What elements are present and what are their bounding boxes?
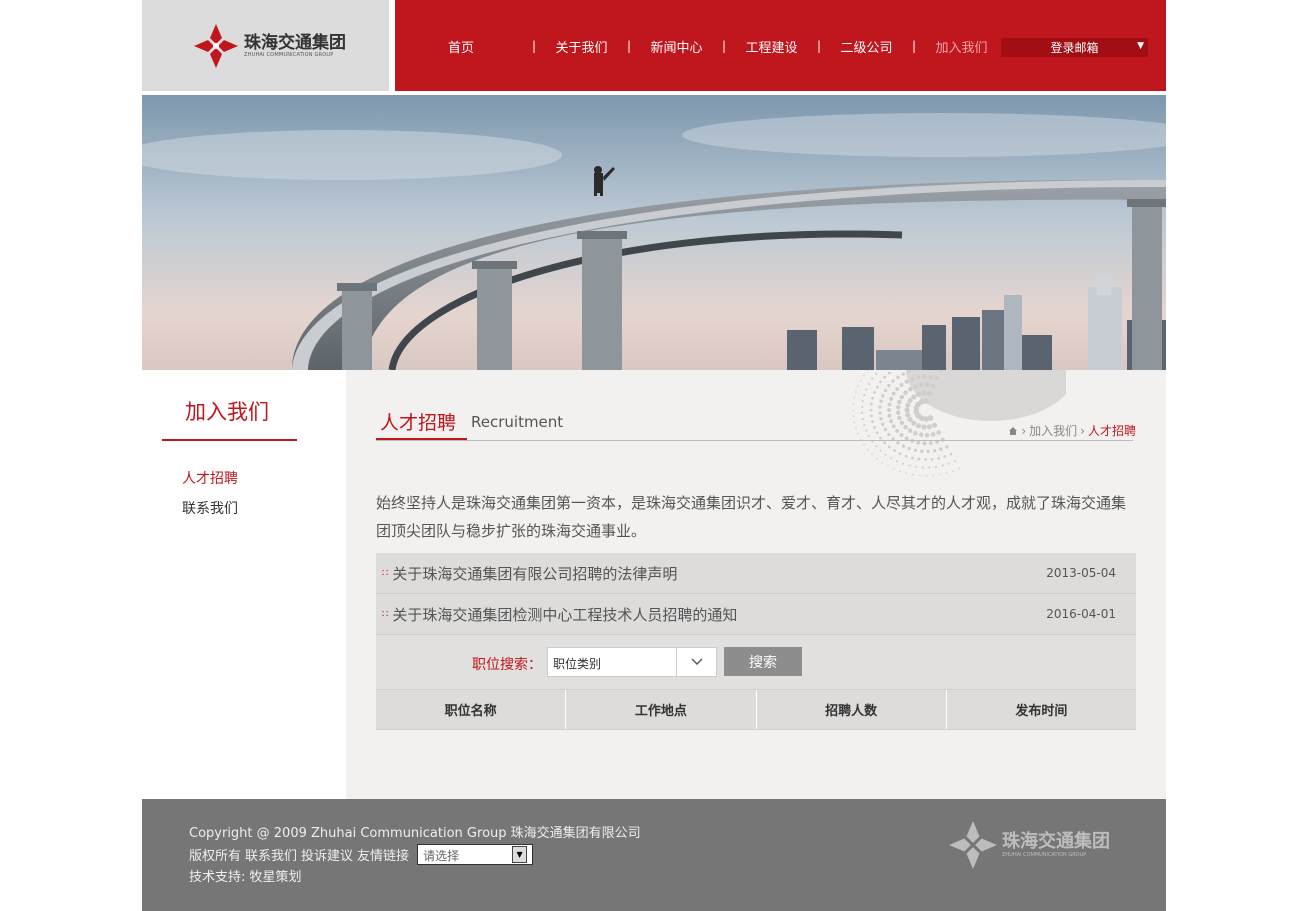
sidebar-title: 加入我们 <box>185 400 269 424</box>
logo-star-icon <box>949 821 997 869</box>
nav-separator: | <box>626 39 632 53</box>
footer-logo-text-cn: 珠海交通集团 <box>1002 831 1110 852</box>
title-divider <box>376 440 1133 441</box>
nav-item-projects[interactable]: 工程建设 <box>731 37 812 56</box>
column-header-location[interactable]: 工作地点 <box>566 690 757 729</box>
job-search-bar: 职位搜索： 职位类别 搜索 <box>376 635 1136 690</box>
sidebar-item-contact[interactable]: 联系我们 <box>182 498 238 518</box>
logo-star-icon <box>194 24 238 68</box>
bridge-banner-image <box>142 95 1166 370</box>
hero-banner <box>142 95 1166 370</box>
friend-links-value: 请选择 <box>423 849 460 863</box>
nav-item-join-us[interactable]: 加入我们 <box>921 37 1002 56</box>
footer-link-complaints[interactable]: 投诉建议 <box>301 845 353 864</box>
left-sidebar: 加入我们 人才招聘 联系我们 <box>142 370 346 799</box>
sidebar-item-recruitment[interactable]: 人才招聘 <box>182 468 238 488</box>
breadcrumb-join-us[interactable]: 加入我们 <box>1029 422 1077 439</box>
nav-item-subsidiaries[interactable]: 二级公司 <box>826 37 907 56</box>
nav-item-about[interactable]: 关于我们 <box>541 37 622 56</box>
chevron-down-icon: ▼ <box>512 846 528 863</box>
logo-text-en: ZHUHAI COMMUNICATION GROUP <box>244 52 334 58</box>
mail-login-label: 登录邮箱 <box>1050 41 1099 55</box>
nav-separator: | <box>911 39 917 53</box>
chevron-down-icon: ▼ <box>1137 41 1144 51</box>
news-row[interactable]: ∷ 关于珠海交通集团有限公司招聘的法律声明 2013-05-04 <box>376 553 1136 594</box>
nav-separator: | <box>816 39 822 53</box>
home-icon[interactable] <box>1008 426 1018 436</box>
footer-support: 技术支持: 牧星策划 <box>189 870 302 885</box>
nav-item-news[interactable]: 新闻中心 <box>636 37 717 56</box>
logo-area: 珠海交通集团 ZHUHAI COMMUNICATION GROUP <box>142 0 389 91</box>
top-navbar: 首页 | 关于我们 | 新闻中心 | 工程建设 | 二级公司 | 加入我们 登录… <box>395 0 1166 91</box>
column-header-publish-date[interactable]: 发布时间 <box>947 690 1136 729</box>
footer-logo-text-en: ZHUHAI COMMUNICATION GROUP <box>1002 852 1087 858</box>
footer: Copyright @ 2009 Zhuhai Communication Gr… <box>142 799 1166 911</box>
news-row[interactable]: ∷ 关于珠海交通集团检测中心工程技术人员招聘的通知 2016-04-01 <box>376 594 1136 635</box>
footer-links: 版权所有 联系我们 投诉建议 友情链接 请选择 ▼ <box>189 844 534 865</box>
news-date: 2016-04-01 <box>1046 607 1116 621</box>
logo[interactable]: 珠海交通集团 ZHUHAI COMMUNICATION GROUP <box>192 22 346 70</box>
news-date: 2013-05-04 <box>1046 566 1116 580</box>
job-search-label: 职位搜索： <box>472 657 542 673</box>
nav-separator: | <box>531 39 537 53</box>
chevron-down-icon <box>676 648 716 676</box>
friend-links-select[interactable]: 请选择 ▼ <box>417 844 534 865</box>
job-category-value: 职位类别 <box>553 657 602 671</box>
jobs-table-header: 职位名称 工作地点 招聘人数 发布时间 <box>376 690 1136 730</box>
job-category-select[interactable]: 职位类别 <box>547 647 717 677</box>
footer-link-friends[interactable]: 友情链接 <box>357 845 409 864</box>
footer-logo: 珠海交通集团 ZHUHAI COMMUNICATION GROUP <box>947 819 1110 871</box>
mail-login-dropdown[interactable]: 登录邮箱 ▼ <box>1001 38 1148 57</box>
search-button[interactable]: 搜索 <box>724 647 802 676</box>
column-header-headcount[interactable]: 招聘人数 <box>757 690 947 729</box>
breadcrumb-separator-icon: › <box>1080 423 1085 438</box>
breadcrumb: › 加入我们 › 人才招聘 <box>1008 422 1136 439</box>
nav-separator: | <box>721 39 727 53</box>
bullet-icon: ∷ <box>382 567 389 579</box>
bullet-icon: ∷ <box>382 608 389 620</box>
footer-link-copyright[interactable]: 版权所有 <box>189 845 241 864</box>
sidebar-title-underline <box>162 439 297 441</box>
main-content: 人才招聘 Recruitment › 加入我们 › 人才招聘 始终坚持人是珠海交… <box>346 370 1166 799</box>
news-title: 关于珠海交通集团检测中心工程技术人员招聘的通知 <box>392 605 738 624</box>
breadcrumb-current: 人才招聘 <box>1087 424 1136 438</box>
column-header-job-title[interactable]: 职位名称 <box>376 690 567 729</box>
page: 珠海交通集团 ZHUHAI COMMUNICATION GROUP 首页 | 关… <box>142 0 1166 911</box>
page-subtitle: Recruitment <box>471 413 564 431</box>
main-nav: 首页 | 关于我们 | 新闻中心 | 工程建设 | 二级公司 | 加入我们 <box>395 36 1002 56</box>
nav-item-home[interactable]: 首页 <box>395 37 527 56</box>
news-title: 关于珠海交通集团有限公司招聘的法律声明 <box>392 564 678 583</box>
footer-link-contact[interactable]: 联系我们 <box>245 845 297 864</box>
title-underline <box>376 438 467 440</box>
breadcrumb-separator-icon: › <box>1021 423 1027 438</box>
footer-copyright: Copyright @ 2009 Zhuhai Communication Gr… <box>189 826 641 841</box>
intro-text: 始终坚持人是珠海交通集团第一资本，是珠海交通集团识才、爱才、育才、人尽其才的人才… <box>376 494 1127 540</box>
logo-text-cn: 珠海交通集团 <box>244 33 346 53</box>
page-title: 人才招聘 <box>380 412 457 434</box>
